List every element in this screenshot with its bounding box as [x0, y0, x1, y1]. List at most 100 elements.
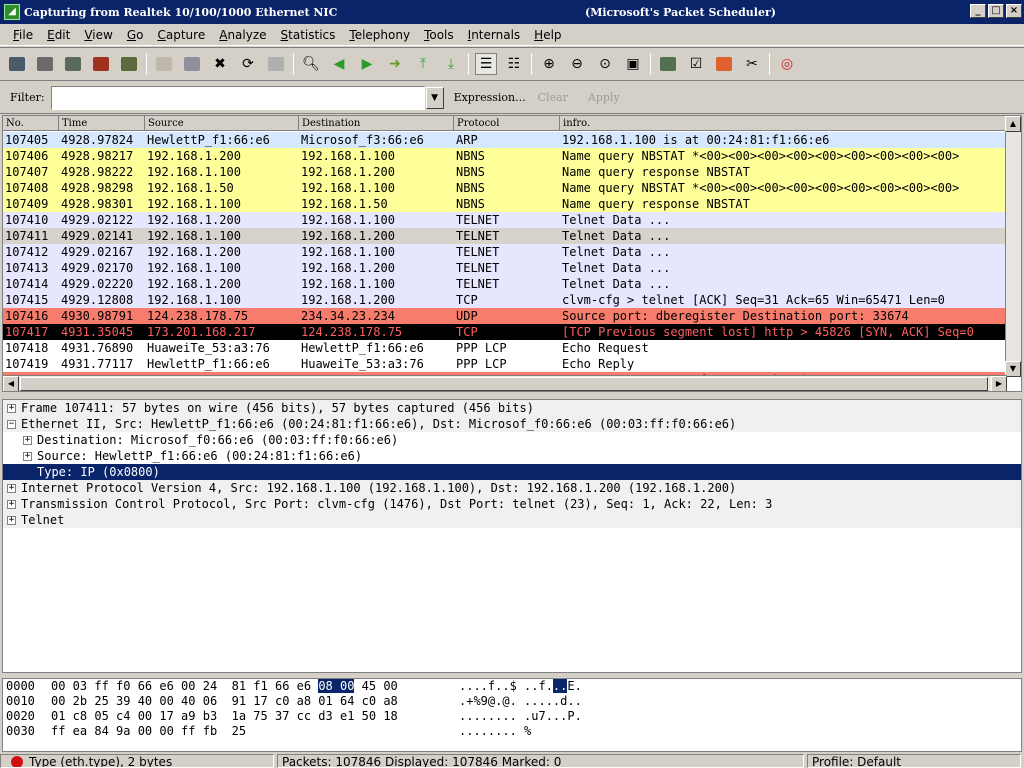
expand-icon[interactable]: +: [7, 515, 16, 525]
save-icon[interactable]: [181, 53, 203, 75]
status-profile-segment[interactable]: Profile: Default: [807, 754, 1021, 768]
column-header-info[interactable]: infro.: [560, 116, 1007, 131]
options-icon[interactable]: [34, 53, 56, 75]
help-icon[interactable]: ◎: [776, 53, 798, 75]
first-icon[interactable]: ⤒: [412, 53, 434, 75]
packet-list[interactable]: No. Time Source Destination Protocol inf…: [2, 115, 1022, 392]
goto-icon[interactable]: ➜: [384, 53, 406, 75]
column-header-destination[interactable]: Destination: [299, 116, 454, 131]
expand-icon[interactable]: +: [23, 451, 32, 461]
packet-list-vscroll[interactable]: ▲ ▼: [1005, 116, 1021, 377]
packet-row[interactable]: 107416 4930.98791 124.238.178.75 234.34.23.…: [3, 308, 1007, 324]
packet-row[interactable]: 107408 4928.98298 192.168.1.50 192.168.1.10…: [3, 180, 1007, 196]
expand-icon[interactable]: +: [23, 435, 32, 445]
start-icon[interactable]: [62, 53, 84, 75]
menu-file[interactable]: File: [6, 28, 40, 42]
detail-tree-item[interactable]: + Destination: Microsof_f0:66:e6 (00:03:f…: [3, 432, 1021, 448]
scroll-left-icon[interactable]: ◀: [3, 376, 19, 391]
packet-row[interactable]: 107412 4929.02167 192.168.1.200 192.168.1.1…: [3, 244, 1007, 260]
packet-row[interactable]: 107415 4929.12808 192.168.1.100 192.168.1.2…: [3, 292, 1007, 308]
bytes-ascii[interactable]: ........ .u7...P.: [459, 709, 582, 724]
menu-go[interactable]: Go: [120, 28, 151, 42]
column-header-time[interactable]: Time: [59, 116, 145, 131]
expert-info-led-icon[interactable]: [11, 756, 23, 767]
packet-list-hscroll[interactable]: ◀ ▶: [3, 375, 1007, 391]
hscroll-thumb[interactable]: [20, 377, 988, 391]
packet-details-tree[interactable]: + Frame 107411: 57 bytes on wire (456 bit…: [2, 399, 1022, 673]
packet-row[interactable]: 107417 4931.35045 173.201.168.217 124.238.1…: [3, 324, 1007, 340]
detail-tree-item[interactable]: + Transmission Control Protocol, Src Port…: [3, 496, 1021, 512]
detail-tree-item[interactable]: + Internet Protocol Version 4, Src: 192.1…: [3, 480, 1021, 496]
menu-view[interactable]: View: [77, 28, 119, 42]
column-header-source[interactable]: Source: [145, 116, 299, 131]
zoom-out-icon[interactable]: ⊖: [566, 53, 588, 75]
filter-dropdown-button[interactable]: ▼: [425, 86, 444, 109]
maximize-button[interactable]: □: [988, 4, 1004, 18]
menu-statistics[interactable]: Statistics: [274, 28, 343, 42]
zoom-in-icon[interactable]: ⊕: [538, 53, 560, 75]
scroll-up-icon[interactable]: ▲: [1005, 116, 1021, 132]
reload-icon[interactable]: ⟳: [237, 53, 259, 75]
restart-icon[interactable]: [118, 53, 140, 75]
expand-icon[interactable]: +: [7, 483, 16, 493]
menu-tools[interactable]: Tools: [417, 28, 461, 42]
resize-columns-icon[interactable]: ▣: [622, 53, 644, 75]
open-icon[interactable]: [153, 53, 175, 75]
scroll-right-icon[interactable]: ▶: [991, 376, 1007, 391]
autoscroll-icon[interactable]: ☷: [503, 53, 525, 75]
capture-filters-icon[interactable]: [657, 53, 679, 75]
packet-row[interactable]: 107406 4928.98217 192.168.1.200 192.168.1.1…: [3, 148, 1007, 164]
menu-help[interactable]: Help: [527, 28, 568, 42]
close-icon[interactable]: ✖: [209, 53, 231, 75]
apply-button[interactable]: Apply: [588, 91, 620, 104]
menu-capture[interactable]: Capture: [150, 28, 212, 42]
scroll-down-icon[interactable]: ▼: [1005, 361, 1021, 377]
bytes-hex[interactable]: 00 03 ff f0 66 e6 00 24 81 f1 66 e6 08 0…: [51, 679, 459, 694]
stop-icon[interactable]: [90, 53, 112, 75]
print-icon[interactable]: [265, 53, 287, 75]
detail-tree-item[interactable]: + Source: HewlettP_f1:66:e6 (00:24:81:f1:…: [3, 448, 1021, 464]
packet-row[interactable]: 107407 4928.98222 192.168.1.100 192.168.1.2…: [3, 164, 1007, 180]
menu-analyze[interactable]: Analyze: [212, 28, 273, 42]
expand-icon[interactable]: +: [7, 499, 16, 509]
bytes-ascii[interactable]: ........ %: [459, 724, 531, 739]
menu-telephony[interactable]: Telephony: [342, 28, 417, 42]
packet-row[interactable]: 107414 4929.02220 192.168.1.200 192.168.1.1…: [3, 276, 1007, 292]
menu-edit[interactable]: Edit: [40, 28, 77, 42]
clear-button[interactable]: Clear: [538, 91, 568, 104]
preferences-icon[interactable]: ✂: [741, 53, 763, 75]
display-filters-icon[interactable]: ☑: [685, 53, 707, 75]
forward-icon[interactable]: ▶: [356, 53, 378, 75]
normal-size-icon[interactable]: ⊙: [594, 53, 616, 75]
back-icon[interactable]: ◀: [328, 53, 350, 75]
collapse-icon[interactable]: −: [7, 419, 16, 429]
bytes-hex[interactable]: ff ea 84 9a 00 00 ff fb 25: [51, 724, 459, 739]
packet-row[interactable]: 107409 4928.98301 192.168.1.100 192.168.1.5…: [3, 196, 1007, 212]
detail-tree-item[interactable]: Type: IP (0x0800): [3, 464, 1021, 480]
find-icon[interactable]: 🔍︎: [300, 53, 322, 75]
close-button[interactable]: ×: [1006, 4, 1022, 18]
packet-row[interactable]: 107418 4931.76890 HuaweiTe_53:a3:76 Hewlett…: [3, 340, 1007, 356]
detail-tree-item[interactable]: + Telnet: [3, 512, 1021, 528]
bytes-hex[interactable]: 00 2b 25 39 40 00 40 06 91 17 c0 a8 01 6…: [51, 694, 459, 709]
minimize-button[interactable]: _: [970, 4, 986, 18]
filter-input[interactable]: [50, 85, 425, 110]
last-icon[interactable]: ⤓: [440, 53, 462, 75]
expression-button[interactable]: Expression...: [454, 91, 526, 104]
interfaces-icon[interactable]: [6, 53, 28, 75]
column-header-protocol[interactable]: Protocol: [454, 116, 560, 131]
coloring-rules-icon[interactable]: [713, 53, 735, 75]
packet-row[interactable]: 107419 4931.77117 HewlettP_f1:66:e6 HuaweiT…: [3, 356, 1007, 372]
packet-row[interactable]: 107410 4929.02122 192.168.1.200 192.168.1.1…: [3, 212, 1007, 228]
bytes-ascii[interactable]: ....f..$ ..f...E.: [459, 679, 582, 694]
menu-internals[interactable]: Internals: [461, 28, 528, 42]
bytes-ascii[interactable]: .+%9@.@. .....d..: [459, 694, 582, 709]
packet-row[interactable]: 107411 4929.02141 192.168.1.100 192.168.1.2…: [3, 228, 1007, 244]
packet-row[interactable]: 107413 4929.02170 192.168.1.100 192.168.1.2…: [3, 260, 1007, 276]
colorize-icon[interactable]: ☰: [475, 53, 497, 75]
detail-tree-item[interactable]: + Frame 107411: 57 bytes on wire (456 bit…: [3, 400, 1021, 416]
expand-icon[interactable]: +: [7, 403, 16, 413]
bytes-hex[interactable]: 01 c8 05 c4 00 17 a9 b3 1a 75 37 cc d3 e…: [51, 709, 459, 724]
detail-tree-item[interactable]: − Ethernet II, Src: HewlettP_f1:66:e6 (00…: [3, 416, 1021, 432]
packet-bytes-pane[interactable]: 0000 00 03 ff f0 66 e6 00 24 81 f1 66 e6 …: [2, 678, 1022, 752]
